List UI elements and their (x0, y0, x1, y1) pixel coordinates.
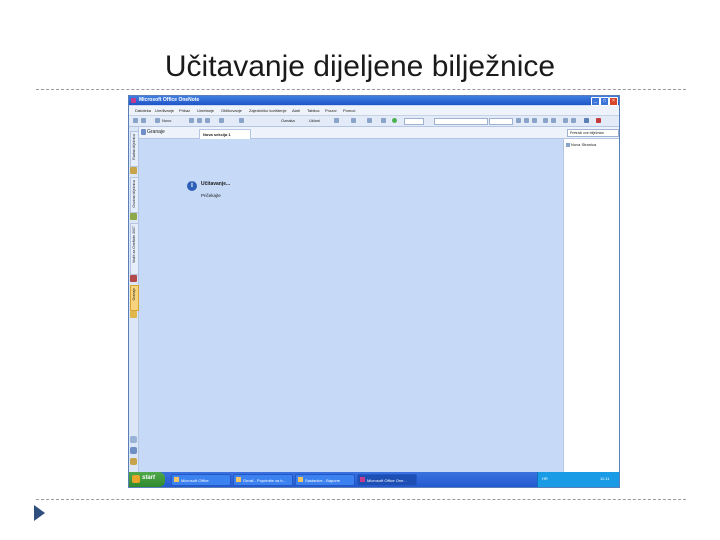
font-select[interactable] (434, 118, 488, 125)
page-tabs-panel: Nova Stranica (563, 139, 619, 472)
undo-icon[interactable] (219, 118, 224, 123)
window-title: Microsoft Office OneNote (139, 97, 200, 103)
font-color-icon[interactable] (596, 118, 601, 123)
browser-icon (298, 477, 303, 482)
new-button[interactable]: Novo (162, 118, 171, 123)
footer-divider (36, 499, 686, 500)
loading-subtitle: Pričekajte (201, 193, 221, 198)
copy-icon[interactable] (197, 118, 202, 123)
help-icon[interactable] (392, 118, 397, 123)
nav-tab-personal-notebook[interactable]: Osobna bilježnica (130, 177, 139, 213)
window-titlebar: Microsoft Office OneNote _ □ × (129, 96, 619, 106)
menu-share[interactable]: Zajedničko korištenje (249, 108, 287, 113)
taskbar-item-onenote[interactable]: Microsoft Office One... (357, 474, 417, 486)
minimize-button[interactable]: _ (591, 97, 600, 106)
bold-icon[interactable] (516, 118, 521, 123)
menu-bar: Datoteka Uređivanje Prikaz Umetanje Obli… (129, 106, 619, 116)
close-button[interactable]: × (609, 97, 618, 106)
forward-icon[interactable] (141, 118, 146, 123)
loading-title: Učitavanje... (201, 181, 231, 187)
notebook-name: Granaje (147, 129, 165, 135)
browser-icon (236, 477, 241, 482)
all-notebooks-icon[interactable] (130, 458, 137, 465)
onenote-window: Microsoft Office OneNote _ □ × Datoteka … (128, 95, 620, 488)
new-page-button[interactable]: Nova Stranica (566, 142, 611, 148)
start-button[interactable]: start (129, 472, 165, 487)
email-icon[interactable] (334, 118, 339, 123)
nav-tab-onenote-guide[interactable]: Vodič za OneNote 2007 (130, 223, 139, 275)
highlight-icon[interactable] (584, 118, 589, 123)
standard-toolbar: Novo Oznaka Ukloni (129, 116, 619, 127)
shared-notebook-icon (130, 311, 137, 318)
pen-icon[interactable] (130, 447, 137, 454)
clock: 11:11 (600, 476, 610, 481)
paste-icon[interactable] (205, 118, 210, 123)
menu-insert[interactable]: Umetanje (197, 108, 214, 113)
menu-format[interactable]: Oblikovanje (221, 108, 242, 113)
cut-icon[interactable] (189, 118, 194, 123)
redo-icon[interactable] (239, 118, 244, 123)
remove-button[interactable]: Ukloni (309, 118, 320, 123)
menu-file[interactable]: Datoteka (135, 108, 151, 113)
new-page-icon[interactable] (155, 118, 160, 123)
menu-table[interactable]: Tablica (307, 108, 319, 113)
notebook-navigation: Radna bilježnica Osobna bilježnica Vodič… (129, 127, 139, 472)
info-icon: i (187, 181, 197, 191)
unfiled-notes-icon[interactable] (130, 436, 137, 443)
maximize-button[interactable]: □ (600, 97, 609, 106)
menu-help[interactable]: Pomoć (343, 108, 355, 113)
menu-edit[interactable]: Uređivanje (155, 108, 174, 113)
notebook-icon (141, 129, 146, 135)
tab-new-section-1[interactable]: Nova sekcija 1 (199, 129, 251, 139)
section-tab-label: Nova sekcija 1 (203, 132, 231, 137)
zoom-select[interactable] (404, 118, 424, 125)
new-page-label: Nova Stranica (571, 142, 597, 147)
windows-flag-icon (132, 475, 140, 483)
language-indicator[interactable]: HR (542, 476, 548, 481)
slide-bullet-arrow (34, 505, 45, 521)
search-input[interactable]: Pretraži ove bilježnice (567, 129, 619, 137)
indent-icon[interactable] (571, 118, 576, 123)
back-icon[interactable] (133, 118, 138, 123)
page-canvas[interactable]: i Učitavanje... Pričekajte (139, 139, 562, 472)
guide-notebook-icon (130, 275, 137, 282)
tag-button[interactable]: Oznaka (281, 118, 295, 123)
audio-icon[interactable] (367, 118, 372, 123)
system-tray: HR 11:11 (537, 472, 619, 487)
personal-notebook-icon (130, 213, 137, 220)
slide-title: Učitavanje dijeljene bilježnice (164, 50, 556, 83)
new-page-icon (566, 143, 570, 147)
work-notebook-icon (130, 167, 137, 174)
outdent-icon[interactable] (563, 118, 568, 123)
print-icon[interactable] (351, 118, 356, 123)
taskbar-item-gmail[interactable]: Gmail - Poprimite za b... (233, 474, 293, 486)
nav-tab-work-notebook[interactable]: Radna bilježnica (130, 131, 139, 167)
menu-tools[interactable]: Alati (292, 108, 300, 113)
numbering-icon[interactable] (551, 118, 556, 123)
onenote-icon (360, 477, 365, 482)
windows-taskbar: start Microsoft Office Gmail - Poprimite… (129, 472, 619, 487)
menu-window[interactable]: Prozor (325, 108, 337, 113)
bullets-icon[interactable] (543, 118, 548, 123)
italic-icon[interactable] (524, 118, 529, 123)
taskbar-item-meetings[interactable]: Sastanice - Bapone (295, 474, 355, 486)
folder-icon (174, 477, 179, 482)
title-divider (36, 89, 686, 90)
section-tabs-bar: Granaje Nova sekcija 1 Pretraži ove bilj… (139, 127, 619, 139)
onenote-app-icon (131, 98, 136, 103)
taskbar-item-office[interactable]: Microsoft Office (171, 474, 231, 486)
nav-tab-shared-notebook[interactable]: Granaje (130, 285, 139, 311)
underline-icon[interactable] (532, 118, 537, 123)
sync-icon[interactable] (381, 118, 386, 123)
menu-view[interactable]: Prikaz (179, 108, 190, 113)
font-size-select[interactable] (489, 118, 513, 125)
